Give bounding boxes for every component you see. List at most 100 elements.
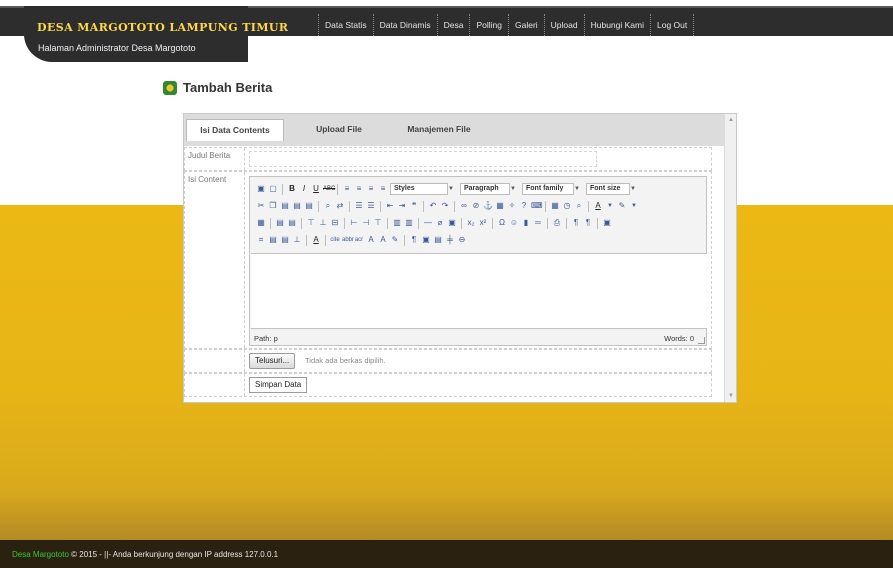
save-icon[interactable]: ▣	[256, 184, 266, 194]
del-icon[interactable]: A	[366, 235, 376, 245]
align-left-icon[interactable]: ≡	[342, 184, 352, 194]
move-backward-icon[interactable]: ▤	[280, 235, 290, 245]
italic-icon[interactable]: I	[299, 184, 309, 194]
nav-galeri[interactable]: Galeri	[507, 14, 544, 36]
align-justify-icon[interactable]: ≡	[378, 184, 388, 194]
merge-cells-icon[interactable]: ▥	[404, 218, 414, 228]
ltr-icon[interactable]: ¶	[571, 218, 581, 228]
html-icon[interactable]: ⌨	[531, 201, 543, 211]
highlight-color-icon[interactable]: ✎	[617, 201, 627, 211]
pagebreak-icon[interactable]: ╪	[445, 235, 455, 245]
nav-desa[interactable]: Desa	[436, 14, 470, 36]
cell-props-icon[interactable]: ▤	[287, 218, 297, 228]
styles-select[interactable]: Styles ▼	[390, 183, 454, 195]
text-color-icon[interactable]: A	[593, 201, 603, 211]
remove-format-icon[interactable]: ⌀	[435, 218, 445, 228]
paste-text-icon[interactable]: ▤	[292, 201, 302, 211]
find-icon[interactable]: ⌕	[323, 201, 333, 211]
nav-hubungi-kami[interactable]: Hubungi Kami	[583, 14, 650, 36]
numbered-list-icon[interactable]: ☰	[366, 201, 376, 211]
outdent-icon[interactable]: ⇤	[385, 201, 395, 211]
replace-icon[interactable]: ⇄	[335, 201, 345, 211]
blockquote-icon[interactable]: ❝	[409, 201, 419, 211]
insert-time-icon[interactable]: ◷	[562, 201, 572, 211]
scrollbar[interactable]: ▲ ▼	[724, 114, 736, 402]
align-right-icon[interactable]: ≡	[366, 184, 376, 194]
insert-row-before-icon[interactable]: ⊤	[306, 218, 316, 228]
anchor-icon[interactable]: ⚓	[483, 201, 493, 211]
attribs-icon[interactable]: ✎	[390, 235, 400, 245]
link-icon[interactable]: ∞	[459, 201, 469, 211]
insert-date-icon[interactable]: ▦	[550, 201, 560, 211]
unlink-icon[interactable]: ⊘	[471, 201, 481, 211]
browse-button[interactable]: Telusuri...	[249, 353, 296, 369]
acronym-icon[interactable]: acr	[354, 235, 364, 245]
template-icon[interactable]: ▤	[433, 235, 443, 245]
visual-chars-icon[interactable]: ¶	[409, 235, 419, 245]
strikethrough-icon[interactable]: ABC	[323, 184, 335, 194]
cleanup-icon[interactable]: ✧	[507, 201, 517, 211]
table-icon[interactable]: ▦	[256, 218, 266, 228]
nav-log-out[interactable]: Log Out	[650, 14, 695, 36]
image-icon[interactable]: ▦	[495, 201, 505, 211]
footer-brand-link[interactable]: Desa Margototo	[12, 550, 69, 559]
nav-data-dinamis[interactable]: Data Dinamis	[372, 14, 437, 36]
delete-row-icon[interactable]: ⊟	[330, 218, 340, 228]
absolute-icon[interactable]: ⊥	[292, 235, 302, 245]
save-button[interactable]: Simpan Data	[249, 377, 308, 393]
subscript-icon[interactable]: x₂	[466, 218, 476, 228]
underline-icon[interactable]: U	[311, 184, 321, 194]
tab-upload-file[interactable]: Upload File	[304, 119, 374, 139]
editor-content-area[interactable]	[251, 253, 707, 329]
nav-upload[interactable]: Upload	[543, 14, 584, 36]
paragraph-select[interactable]: Paragraph ▼	[460, 183, 516, 195]
tab-isi-data-contents[interactable]: Isi Data Contents	[186, 119, 284, 141]
move-forward-icon[interactable]: ▤	[268, 235, 278, 245]
insert-layer-icon[interactable]: ⌗	[256, 235, 266, 245]
paste-word-icon[interactable]: ▤	[304, 201, 314, 211]
highlight-chevron-icon[interactable]: ▼	[629, 201, 639, 211]
abbr-icon[interactable]: abbr	[342, 235, 354, 245]
scroll-up-icon[interactable]: ▲	[728, 117, 734, 123]
insert-row-after-icon[interactable]: ⊥	[318, 218, 328, 228]
redo-icon[interactable]: ↷	[440, 201, 450, 211]
judul-input[interactable]	[249, 151, 597, 167]
cite-icon[interactable]: cite	[330, 235, 340, 245]
help-icon[interactable]: ?	[519, 201, 529, 211]
split-cells-icon[interactable]: ▥	[392, 218, 402, 228]
preview-icon[interactable]: ⌕	[574, 201, 584, 211]
indent-icon[interactable]: ⇥	[397, 201, 407, 211]
tab-manajemen-file[interactable]: Manajemen File	[394, 119, 484, 139]
scroll-down-icon[interactable]: ▼	[728, 393, 734, 399]
visual-aid-icon[interactable]: ▣	[447, 218, 457, 228]
new-document-icon[interactable]: ▢	[268, 184, 278, 194]
copy-icon[interactable]: ❐	[268, 201, 278, 211]
restore-draft-icon[interactable]: ⊖	[457, 235, 467, 245]
resize-handle-icon[interactable]	[698, 337, 705, 344]
ins-icon[interactable]: A	[378, 235, 388, 245]
site-title[interactable]: DESA MARGOTOTO LAMPUNG TIMUR	[37, 21, 288, 34]
delete-col-icon[interactable]: ⊤	[373, 218, 383, 228]
font-size-select[interactable]: Font size ▼	[586, 183, 636, 195]
horizontal-rule-icon[interactable]: —	[423, 218, 433, 228]
undo-icon[interactable]: ↶	[428, 201, 438, 211]
emoticon-icon[interactable]: ☺	[509, 218, 519, 228]
superscript-icon[interactable]: x²	[478, 218, 488, 228]
media-icon[interactable]: ▮	[521, 218, 531, 228]
nonbreaking-icon[interactable]: ▣	[421, 235, 431, 245]
special-char-icon[interactable]: Ω	[497, 218, 507, 228]
insert-col-after-icon[interactable]: ⊣	[361, 218, 371, 228]
rtl-icon[interactable]: ¶	[583, 218, 593, 228]
cut-icon[interactable]: ✂	[256, 201, 266, 211]
nav-data-statis[interactable]: Data Statis	[318, 14, 373, 36]
styleprops-icon[interactable]: A	[311, 235, 321, 245]
bold-icon[interactable]: B	[287, 184, 297, 194]
text-color-chevron-icon[interactable]: ▼	[605, 201, 615, 211]
font-family-select[interactable]: Font family ▼	[522, 183, 580, 195]
page-break-icon[interactable]: ═	[533, 218, 543, 228]
bullet-list-icon[interactable]: ☰	[354, 201, 364, 211]
insert-col-before-icon[interactable]: ⊢	[349, 218, 359, 228]
print-icon[interactable]: ⎙	[552, 218, 562, 228]
fullscreen-icon[interactable]: ▣	[602, 218, 612, 228]
align-center-icon[interactable]: ≡	[354, 184, 364, 194]
